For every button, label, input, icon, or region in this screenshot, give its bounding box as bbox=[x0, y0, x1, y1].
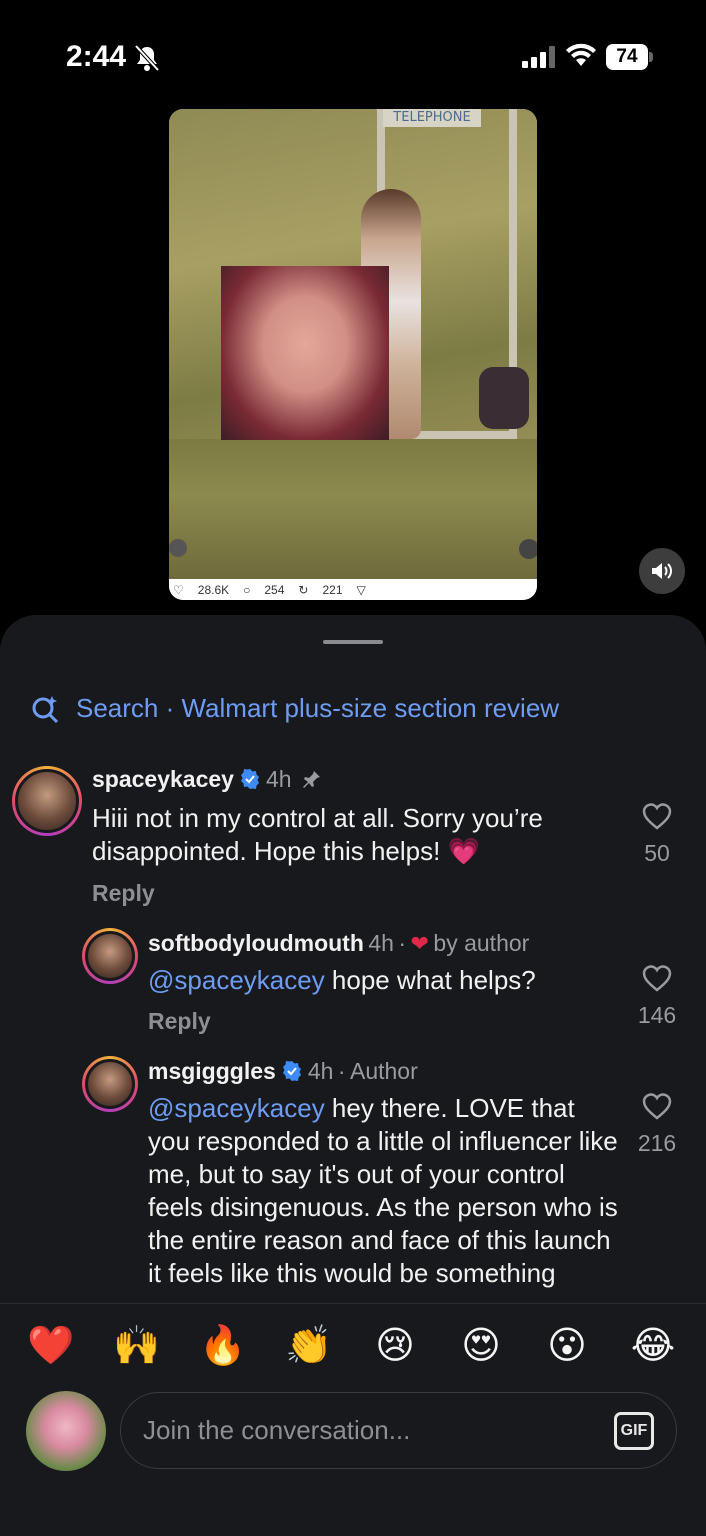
like-count: 50 bbox=[644, 840, 670, 866]
comment-placeholder: Join the conversation... bbox=[143, 1415, 411, 1445]
separator-dot: · bbox=[398, 930, 407, 956]
dog-figure bbox=[479, 367, 529, 429]
reply-button[interactable]: Reply bbox=[148, 1008, 211, 1035]
heart-outline-icon bbox=[642, 803, 672, 830]
author-tag: Author bbox=[349, 1058, 418, 1084]
comment-item: msgigggles 4h · Author @spaceykacey hey t… bbox=[0, 1052, 706, 1303]
likes-count: 28.6K bbox=[197, 582, 230, 597]
emoji-crying-button[interactable]: 😢 bbox=[370, 1320, 420, 1370]
heart-outline-icon bbox=[642, 1093, 672, 1120]
comment-text: Hiii not in my control at all. Sorry you… bbox=[92, 803, 543, 866]
emoji-raised-hands-button[interactable]: 🙌 bbox=[112, 1320, 162, 1370]
emoji-heart-eyes-button[interactable]: 😍 bbox=[456, 1320, 506, 1370]
telephone-sign: TELEPHONE bbox=[383, 109, 481, 127]
mention-link[interactable]: @spaceykacey bbox=[148, 965, 325, 995]
send-icon: ▽ bbox=[356, 582, 366, 597]
gif-button[interactable]: GIF bbox=[614, 1412, 654, 1450]
comment-username[interactable]: spaceykacey bbox=[92, 766, 234, 792]
grass-area bbox=[169, 439, 537, 579]
cellular-signal-icon bbox=[522, 46, 555, 68]
comment-header: softbodyloudmouth 4h · ❤ by author bbox=[148, 930, 529, 957]
comment-text: @spaceykacey hey there. LOVE that you re… bbox=[148, 1092, 618, 1290]
creator-face-overlay bbox=[221, 266, 389, 440]
comment-icon: ○ bbox=[243, 582, 251, 597]
sheet-drag-handle[interactable] bbox=[323, 640, 383, 644]
like-count: 146 bbox=[637, 1002, 677, 1028]
comment-text: @spaceykacey hope what helps? bbox=[148, 964, 608, 997]
emoji-fire-button[interactable]: 🔥 bbox=[198, 1320, 248, 1370]
wifi-icon bbox=[566, 43, 596, 66]
reply-button[interactable]: Reply bbox=[92, 880, 155, 907]
liked-by-author-tag: by author bbox=[433, 930, 530, 956]
comment-header: msgigggles 4h · Author bbox=[148, 1058, 418, 1085]
related-search-link[interactable]: Search · Walmart plus-size section revie… bbox=[30, 693, 559, 724]
author-heart-icon: ❤ bbox=[410, 931, 429, 956]
separator-dot: · bbox=[337, 1058, 346, 1084]
emoji-laughing-button[interactable]: 😂 bbox=[628, 1320, 678, 1370]
search-label: Search · Walmart plus-size section revie… bbox=[76, 693, 560, 723]
video-stats-bar: ♡ 28.6K ○ 254 ↻ 221 ▽ bbox=[169, 579, 537, 600]
emoji-clap-button[interactable]: 👏 bbox=[284, 1320, 334, 1370]
mute-icon bbox=[519, 539, 537, 559]
pin-icon bbox=[303, 771, 321, 788]
comment-item: softbodyloudmouth 4h · ❤ by author @spac… bbox=[0, 924, 706, 1052]
comment-username[interactable]: softbodyloudmouth bbox=[148, 930, 364, 956]
status-bar: 2:44 74 bbox=[0, 0, 706, 110]
emoji-heart-button[interactable]: ❤️ bbox=[26, 1320, 76, 1370]
comment-time: 4h bbox=[265, 766, 292, 792]
person-icon bbox=[169, 539, 187, 557]
comments-count: 254 bbox=[264, 582, 285, 597]
heart-icon: ♡ bbox=[173, 582, 184, 597]
sound-toggle-button[interactable] bbox=[639, 548, 685, 594]
battery-nub bbox=[649, 52, 653, 62]
verified-badge-icon bbox=[282, 1061, 301, 1081]
divider bbox=[0, 1303, 706, 1304]
reposts-count: 221 bbox=[322, 582, 343, 597]
status-time: 2:44 bbox=[66, 40, 127, 73]
avatar[interactable] bbox=[82, 928, 138, 984]
comment-item: spaceykacey 4h Hiii not in my control at … bbox=[0, 760, 706, 920]
avatar[interactable] bbox=[82, 1056, 138, 1112]
video-preview[interactable]: TELEPHONE ♡ 28.6K ○ 254 ↻ 221 ▽ bbox=[169, 109, 537, 600]
like-button[interactable]: 50 bbox=[630, 802, 684, 867]
comment-time: 4h bbox=[368, 930, 394, 956]
emoji-surprised-button[interactable]: 😮 bbox=[542, 1320, 592, 1370]
mention-link[interactable]: @spaceykacey bbox=[148, 1093, 325, 1123]
like-button[interactable]: 146 bbox=[630, 964, 684, 1029]
search-sparkle-icon bbox=[32, 695, 59, 723]
repost-icon: ↻ bbox=[298, 582, 309, 597]
comment-username[interactable]: msgigggles bbox=[148, 1058, 276, 1084]
comment-input[interactable]: Join the conversation... GIF bbox=[120, 1392, 677, 1469]
current-user-avatar bbox=[26, 1391, 106, 1471]
comment-body: hope what helps? bbox=[324, 965, 536, 995]
heart-outline-icon bbox=[642, 965, 672, 992]
speaker-icon bbox=[652, 563, 672, 579]
like-button[interactable]: 216 bbox=[630, 1092, 684, 1157]
silent-bell-icon bbox=[134, 44, 160, 72]
verified-badge-icon bbox=[240, 769, 259, 789]
avatar[interactable] bbox=[12, 766, 82, 836]
like-count: 216 bbox=[637, 1130, 677, 1156]
battery-indicator: 74 bbox=[606, 44, 654, 70]
battery-level: 74 bbox=[606, 44, 648, 70]
comments-sheet: Search · Walmart plus-size section revie… bbox=[0, 615, 706, 1536]
comment-time: 4h bbox=[307, 1058, 334, 1084]
comment-header: spaceykacey 4h bbox=[92, 766, 322, 793]
comment-list: spaceykacey 4h Hiii not in my control at … bbox=[0, 760, 706, 1303]
